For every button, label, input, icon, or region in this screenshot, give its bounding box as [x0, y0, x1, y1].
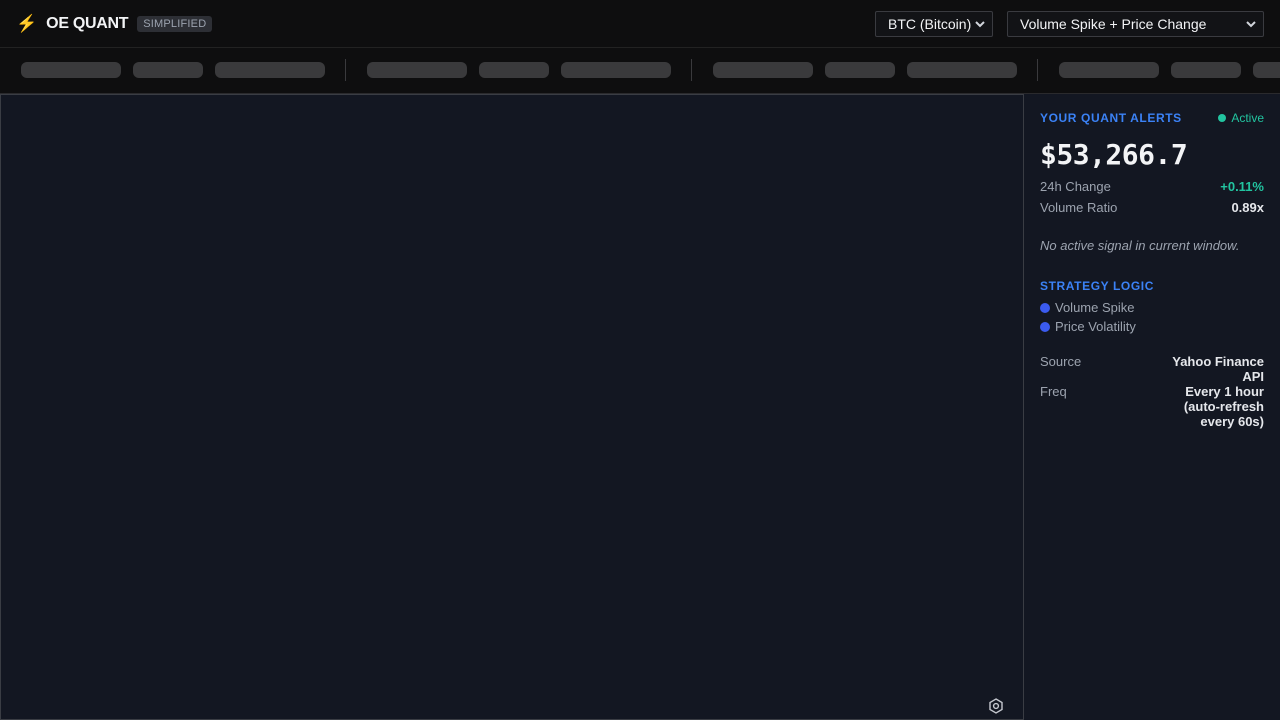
ticker-placeholder: [479, 62, 549, 78]
alerts-title: YOUR QUANT ALERTS: [1040, 111, 1182, 125]
freq-row: Freq Every 1 hour (auto-refresh every 60…: [1040, 384, 1264, 429]
ticker-placeholder: [561, 62, 671, 78]
ticker-placeholder: [1171, 62, 1241, 78]
source-label: Source: [1040, 354, 1082, 369]
chevron-down-icon: [975, 18, 985, 33]
ratio-value: 0.89x: [1231, 200, 1264, 215]
ticker-placeholder: [1253, 62, 1280, 78]
current-price: $53,266.7: [1040, 138, 1188, 171]
ratio-row: Volume Ratio 0.89x: [1040, 200, 1264, 215]
change-value: +0.11%: [1220, 179, 1264, 194]
ticker-placeholder: [367, 62, 467, 78]
app-title: OE QUANT: [46, 15, 129, 32]
ratio-label: Volume Ratio: [1040, 200, 1118, 215]
source-value: Yahoo Finance API: [1172, 354, 1264, 384]
lightning-bolt-icon: ⚡: [16, 14, 38, 33]
chart-area[interactable]: [0, 94, 1024, 720]
logic-item: Volume Spike: [1040, 300, 1135, 315]
ticker-placeholder: [1059, 62, 1159, 78]
ticker-placeholder: [215, 62, 325, 78]
freq-label: Freq: [1040, 384, 1067, 399]
alerts-panel: YOUR QUANT ALERTS Active $53,266.7 24h C…: [1024, 94, 1280, 720]
ticker-divider: [345, 59, 346, 81]
ticker-placeholder: [21, 62, 121, 78]
mode-badge: SIMPLIFIED: [137, 16, 213, 32]
signal-status-text: No active signal in current window.: [1040, 238, 1240, 253]
gear-icon[interactable]: [987, 697, 1005, 715]
change-label: 24h Change: [1040, 179, 1111, 194]
logic-item: Price Volatility: [1040, 319, 1136, 334]
logic-title: STRATEGY LOGIC: [1040, 279, 1154, 293]
source-row: Source Yahoo Finance API: [1040, 354, 1264, 384]
logo: ⚡ OE QUANT SIMPLIFIED: [16, 12, 213, 36]
strategy-select[interactable]: Volume Spike + Price Change: [1007, 11, 1264, 37]
ticker-placeholder: [907, 62, 1017, 78]
ticker-placeholder: [825, 62, 895, 78]
ticker-divider: [1037, 59, 1038, 81]
status-badge: Active: [1218, 111, 1264, 125]
strategy-select-value: Volume Spike + Price Change: [1020, 16, 1207, 32]
asset-select-value: BTC (Bitcoin): [888, 16, 972, 32]
status-label: Active: [1231, 111, 1264, 125]
ticker-tape-loading: [0, 48, 1280, 94]
ticker-placeholder: [713, 62, 813, 78]
change-row: 24h Change +0.11%: [1040, 179, 1264, 194]
top-bar: ⚡ OE QUANT SIMPLIFIED BTC (Bitcoin) Volu…: [0, 0, 1280, 48]
logic-item-label: Price Volatility: [1055, 319, 1136, 334]
logic-item-label: Volume Spike: [1055, 300, 1135, 315]
bullet-dot-icon: [1040, 302, 1050, 313]
bullet-dot-icon: [1040, 321, 1050, 332]
asset-select[interactable]: BTC (Bitcoin): [875, 11, 993, 37]
ticker-placeholder: [133, 62, 203, 78]
status-dot-icon: [1218, 114, 1227, 122]
ticker-divider: [691, 59, 692, 81]
chevron-down-icon: [1246, 18, 1256, 33]
freq-value: Every 1 hour (auto-refresh every 60s): [1183, 384, 1264, 429]
